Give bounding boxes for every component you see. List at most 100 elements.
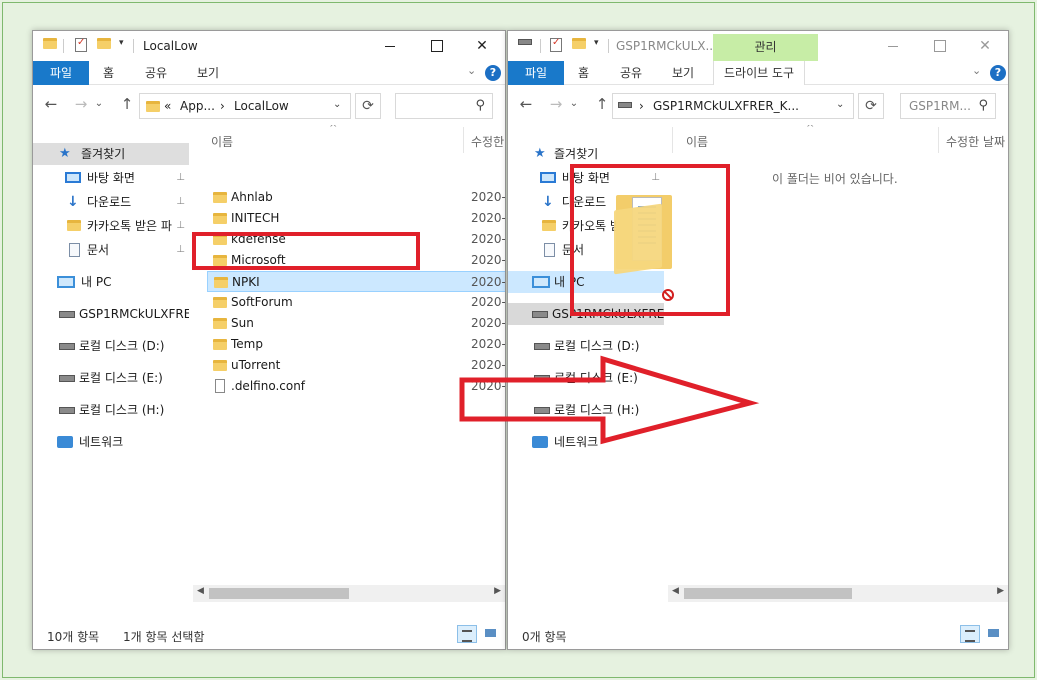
folder-icon xyxy=(213,318,227,329)
maximize-button[interactable] xyxy=(413,31,459,61)
file-row[interactable]: Sun 2020- xyxy=(207,313,505,334)
address-dropdown-icon[interactable]: ⌄ xyxy=(836,99,844,110)
tab-drive-tools[interactable]: 드라이브 도구 xyxy=(713,61,806,85)
nav-item-gsp-drive[interactable]: GSP1RMCkULXFRER_ xyxy=(33,303,189,325)
nav-item-favorites[interactable]: ★ 즐겨찾기 xyxy=(33,143,189,165)
breadcrumb-drive[interactable]: GSP1RMCkULXFRER_K... xyxy=(653,99,799,113)
column-header-date[interactable]: 수정한 날짜 xyxy=(946,133,1005,150)
refresh-button[interactable]: ⟳ xyxy=(858,93,884,119)
nav-item-gsp-drive[interactable]: GSP1RMCkULXFRER_ xyxy=(508,303,664,325)
scroll-right-icon[interactable]: ▶ xyxy=(494,586,501,596)
nav-item-network[interactable]: 네트워크 xyxy=(33,431,189,453)
breadcrumb-appdata[interactable]: App... xyxy=(180,99,215,113)
nav-item-drive-d[interactable]: 로컬 디스크 (D:) xyxy=(508,335,664,357)
large-icons-view-button[interactable] xyxy=(481,625,501,643)
breadcrumb-locallow[interactable]: LocalLow xyxy=(234,99,289,113)
customize-toolbar-icon[interactable]: ▾ xyxy=(119,38,124,48)
large-icons-view-button[interactable] xyxy=(984,625,1004,643)
column-header-name[interactable]: 이름 xyxy=(686,133,708,150)
nav-item-drive-e[interactable]: 로컬 디스크 (E:) xyxy=(33,367,189,389)
scrollbar-thumb[interactable] xyxy=(209,588,349,599)
nav-item-downloads[interactable]: ↓ 다운로드 ⊥ xyxy=(33,191,189,213)
file-row[interactable]: Temp 2020- xyxy=(207,334,505,355)
nav-item-documents[interactable]: 문서 ⊥ xyxy=(33,239,189,261)
file-name: .delfino.conf xyxy=(231,379,306,393)
nav-item-this-pc[interactable]: 내 PC xyxy=(33,271,189,293)
title-bar[interactable]: ▾ LocalLow ✕ xyxy=(33,31,505,61)
tab-share[interactable]: 공유 xyxy=(145,61,167,85)
scroll-right-icon[interactable]: ▶ xyxy=(997,586,1004,596)
scroll-left-icon[interactable]: ◀ xyxy=(672,586,679,596)
file-name: kdefense xyxy=(231,232,286,246)
refresh-button[interactable]: ⟳ xyxy=(355,93,381,119)
breadcrumb-separator[interactable]: › xyxy=(639,99,644,113)
address-bar[interactable]: « App... › LocalLow ⌄ xyxy=(139,93,351,119)
tab-file[interactable]: 파일 xyxy=(33,61,89,85)
up-button[interactable]: ↑ xyxy=(119,95,135,113)
file-row-selected[interactable]: NPKI 2020- xyxy=(207,271,505,292)
nav-label: 다운로드 xyxy=(87,195,132,209)
help-icon[interactable]: ? xyxy=(485,65,501,81)
close-button[interactable]: ✕ xyxy=(459,31,505,61)
help-icon[interactable]: ? xyxy=(990,65,1006,81)
drive-icon xyxy=(59,407,75,414)
tab-view[interactable]: 보기 xyxy=(197,61,219,85)
tab-manage[interactable]: 관리 xyxy=(713,34,818,61)
file-row[interactable]: SoftForum 2020- xyxy=(207,292,505,313)
tab-home[interactable]: 홈 xyxy=(578,61,589,85)
close-button[interactable]: ✕ xyxy=(962,31,1008,61)
new-folder-icon[interactable] xyxy=(97,38,111,49)
column-separator[interactable] xyxy=(463,127,464,153)
back-button[interactable]: ← xyxy=(518,95,534,113)
tab-file[interactable]: 파일 xyxy=(508,61,564,85)
minimize-button[interactable] xyxy=(367,31,413,61)
recent-locations-icon[interactable]: ⌄ xyxy=(91,98,107,109)
expand-ribbon-icon[interactable]: ⌄ xyxy=(972,64,981,77)
back-button[interactable]: ← xyxy=(43,95,59,113)
title-bar[interactable]: ▾ GSP1RMCkULX... 관리 ✕ xyxy=(508,31,1008,61)
drive-icon xyxy=(534,343,550,350)
folder-icon xyxy=(213,255,227,266)
forward-button[interactable]: → xyxy=(548,95,564,113)
up-button[interactable]: ↑ xyxy=(594,95,610,113)
horizontal-scrollbar[interactable]: ◀ ▶ xyxy=(668,585,1008,602)
customize-toolbar-icon[interactable]: ▾ xyxy=(594,38,599,48)
nav-item-drive-d[interactable]: 로컬 디스크 (D:) xyxy=(33,335,189,357)
properties-icon[interactable] xyxy=(75,37,87,52)
horizontal-scrollbar[interactable]: ◀ ▶ xyxy=(193,585,505,602)
search-input[interactable]: GSP1RM... ⚲ xyxy=(900,93,996,119)
nav-item-kakaotalk[interactable]: 카카오톡 받은 파 ⊥ xyxy=(33,215,189,237)
file-row[interactable]: kdefense 2020- xyxy=(207,229,505,250)
nav-item-desktop[interactable]: 바탕 화면 ⊥ xyxy=(33,167,189,189)
minimize-button[interactable] xyxy=(870,31,916,61)
search-icon: ⚲ xyxy=(475,98,485,113)
file-row[interactable]: INITECH 2020- xyxy=(207,208,505,229)
forward-button[interactable]: → xyxy=(73,95,89,113)
properties-icon[interactable] xyxy=(550,37,562,52)
address-bar[interactable]: › GSP1RMCkULXFRER_K... ⌄ xyxy=(612,93,854,119)
column-header-name[interactable]: 이름 xyxy=(211,133,233,150)
maximize-button[interactable] xyxy=(916,31,962,61)
address-dropdown-icon[interactable]: ⌄ xyxy=(333,99,341,110)
breadcrumb-separator[interactable]: › xyxy=(220,99,225,113)
scrollbar-thumb[interactable] xyxy=(684,588,852,599)
search-input[interactable]: ⚲ xyxy=(395,93,493,119)
new-folder-icon[interactable] xyxy=(572,38,586,49)
tab-home[interactable]: 홈 xyxy=(103,61,114,85)
file-row[interactable]: Ahnlab 2020- xyxy=(207,187,505,208)
file-row[interactable]: Microsoft 2020- xyxy=(207,250,505,271)
expand-ribbon-icon[interactable]: ⌄ xyxy=(467,64,476,77)
tab-view[interactable]: 보기 xyxy=(672,61,694,85)
scroll-left-icon[interactable]: ◀ xyxy=(197,586,204,596)
pin-icon: ⊥ xyxy=(176,172,185,183)
nav-item-drive-h[interactable]: 로컬 디스크 (H:) xyxy=(33,399,189,421)
column-separator[interactable] xyxy=(938,127,939,153)
nav-item-favorites[interactable]: ★ 즐겨찾기 xyxy=(508,143,664,165)
details-view-button[interactable] xyxy=(457,625,477,643)
tab-share[interactable]: 공유 xyxy=(620,61,642,85)
details-view-button[interactable] xyxy=(960,625,980,643)
recent-locations-icon[interactable]: ⌄ xyxy=(566,98,582,109)
address-overflow[interactable]: « xyxy=(164,99,171,113)
column-header-date[interactable]: 수정한 xyxy=(471,133,504,150)
address-row: ← → ⌄ ↑ « App... › LocalLow ⌄ ⟳ ⚲ xyxy=(33,85,505,125)
